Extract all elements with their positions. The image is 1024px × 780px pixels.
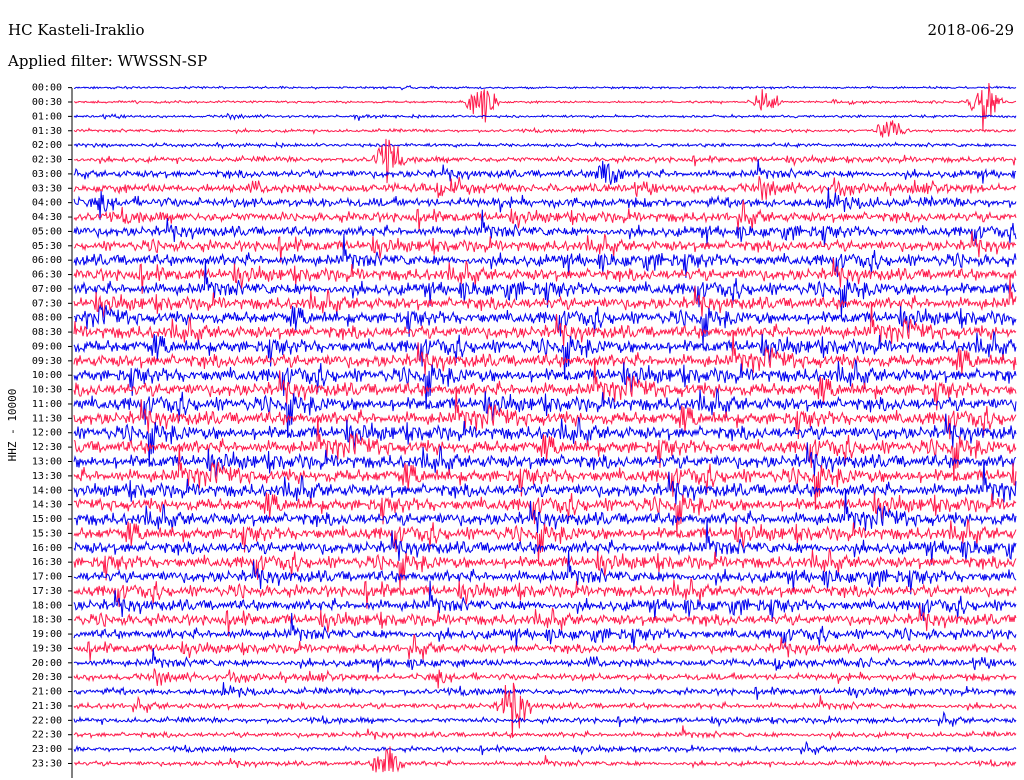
- time-tick-label: 11:00: [32, 399, 62, 410]
- seismic-trace-0830: [73, 301, 1017, 347]
- time-tick-label: 08:00: [32, 313, 62, 324]
- seismic-trace-0300: [73, 159, 1017, 185]
- time-tick-label: 02:30: [32, 155, 62, 166]
- time-tick-label: 02:00: [32, 140, 62, 151]
- time-tick-label: 15:00: [32, 514, 62, 525]
- time-tick-label: 18:30: [32, 615, 62, 626]
- seismic-trace-0030: [73, 82, 1017, 132]
- time-tick-label: 05:00: [32, 226, 62, 237]
- time-tick-label: 10:30: [32, 385, 62, 396]
- time-tick-label: 21:00: [32, 687, 62, 698]
- seismic-trace-0600: [73, 233, 1017, 278]
- channel-label: HHZ - 10000: [6, 389, 19, 462]
- seismic-trace-2000: [73, 647, 1017, 673]
- time-tick-label: 09:00: [32, 341, 62, 352]
- time-tick-label: 20:00: [32, 658, 62, 669]
- time-tick-label: 20:30: [32, 672, 62, 683]
- time-tick-label: 12:00: [32, 428, 62, 439]
- seismic-trace-1800: [73, 580, 1017, 623]
- time-tick-label: 03:00: [32, 169, 62, 180]
- seismogram-plot: HHZ - 10000 00:00 00:30 01:00 01:30 02:00 02:…: [6, 82, 1017, 778]
- seismic-trace-0130: [73, 120, 1017, 138]
- time-tick-label: 08:30: [32, 327, 62, 338]
- seismic-trace-0200: [73, 141, 1017, 150]
- time-tick-label: 14:00: [32, 485, 62, 496]
- time-tick-label: 16:00: [32, 543, 62, 554]
- seismic-trace-1530: [73, 519, 1017, 564]
- time-tick-label: 00:00: [32, 83, 62, 94]
- time-tick-label: 21:30: [32, 701, 62, 712]
- time-tick-label: 22:30: [32, 730, 62, 741]
- time-tick-label: 04:30: [32, 212, 62, 223]
- time-tick-label: 23:30: [32, 758, 62, 769]
- time-tick-label: 04:00: [32, 198, 62, 209]
- time-tick-label: 13:30: [32, 471, 62, 482]
- time-tick-label: 23:00: [32, 744, 62, 755]
- seismic-trace-0000: [73, 85, 1017, 91]
- seismic-trace-2230: [73, 725, 1017, 741]
- time-tick-label: 15:30: [32, 528, 62, 539]
- time-tick-label: 19:00: [32, 629, 62, 640]
- time-tick-label: 19:30: [32, 643, 62, 654]
- time-tick-label: 12:30: [32, 442, 62, 453]
- time-tick-label: 18:00: [32, 600, 62, 611]
- seismic-trace-2030: [73, 668, 1017, 689]
- time-tick-label: 11:30: [32, 413, 62, 424]
- seismic-trace-1830: [73, 605, 1017, 637]
- seismic-trace-1930: [73, 634, 1017, 661]
- time-ticks: 00:00 00:30 01:00 01:30 02:00 02:30 03:00 03:30…: [32, 83, 72, 769]
- time-tick-label: 00:30: [32, 97, 62, 108]
- time-tick-label: 05:30: [32, 241, 62, 252]
- seismic-trace-2200: [73, 710, 1017, 728]
- seismic-trace-0330: [73, 176, 1017, 201]
- time-tick-label: 01:00: [32, 111, 62, 122]
- time-tick-label: 03:30: [32, 183, 62, 194]
- time-tick-label: 06:30: [32, 270, 62, 281]
- seismic-trace-1100: [73, 388, 1017, 438]
- time-tick-label: 01:30: [32, 126, 62, 137]
- seismic-trace-2100: [73, 682, 1017, 700]
- time-tick-label: 06:00: [32, 255, 62, 266]
- time-tick-label: 07:00: [32, 284, 62, 295]
- seismic-trace-1630: [73, 548, 1017, 591]
- time-tick-label: 13:00: [32, 457, 62, 468]
- seismic-trace-0430: [73, 199, 1017, 232]
- seismic-traces: [73, 82, 1017, 773]
- time-tick-label: 07:30: [32, 298, 62, 309]
- seismic-trace-0100: [73, 112, 1017, 121]
- time-tick-label: 17:00: [32, 572, 62, 583]
- time-tick-label: 22:00: [32, 715, 62, 726]
- time-tick-label: 17:30: [32, 586, 62, 597]
- time-tick-label: 16:30: [32, 557, 62, 568]
- time-tick-label: 10:00: [32, 370, 62, 381]
- time-tick-label: 14:30: [32, 500, 62, 511]
- seismic-trace-0700: [73, 260, 1017, 319]
- seismic-trace-2300: [73, 740, 1017, 756]
- time-tick-label: 09:30: [32, 356, 62, 367]
